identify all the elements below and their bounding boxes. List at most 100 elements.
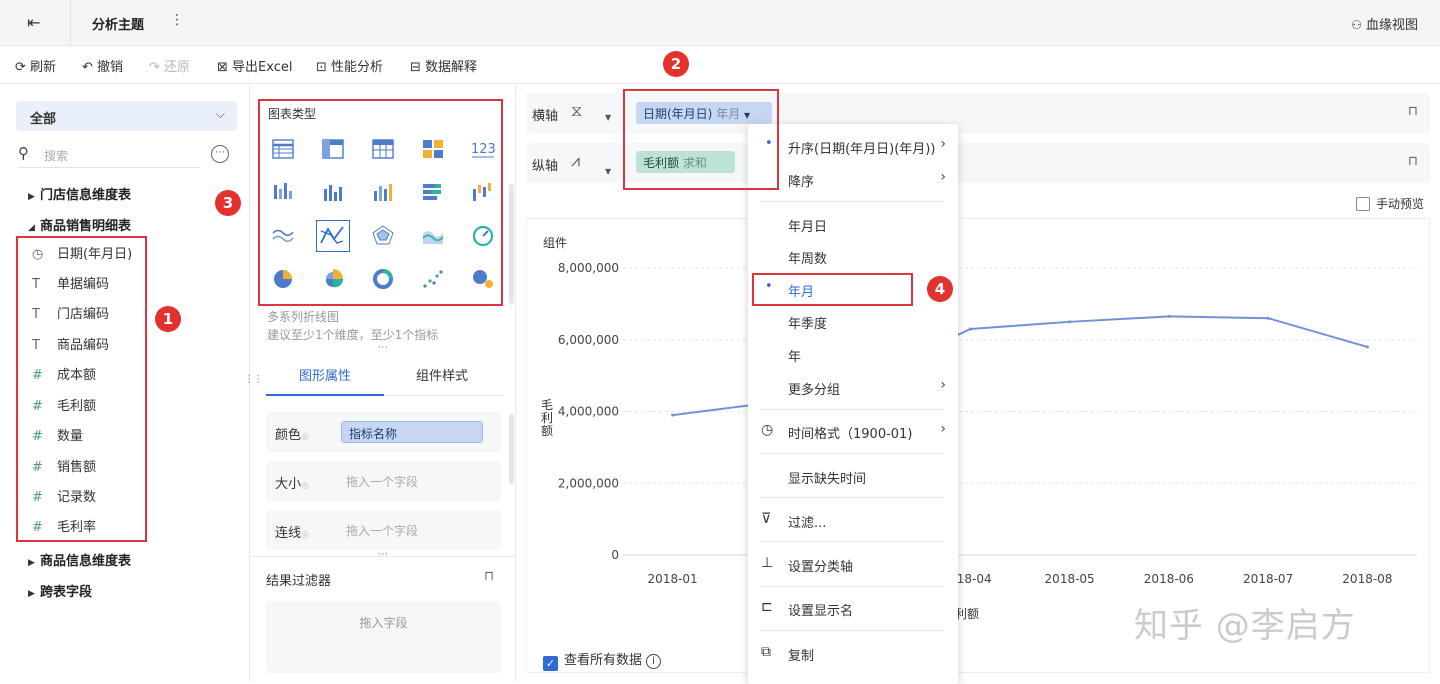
lock-icon[interactable]: ⊓ [484,569,494,584]
lock-icon[interactable]: ⊓ [1408,154,1418,169]
caret-down-icon[interactable]: ▼ [605,167,611,176]
manual-preview-toggle[interactable]: 手动预览 [1356,195,1424,212]
scrollbar[interactable] [509,184,514,304]
prop-color[interactable]: 颜色◎ 指标名称 [266,412,501,452]
field-item[interactable]: T 商品编码 [32,334,142,364]
multi-line-icon[interactable] [271,224,295,246]
field-item[interactable]: # 毛利额 [32,395,142,425]
chevron-right-icon: › [940,421,946,437]
table-icon[interactable] [271,138,295,160]
field-label: 销售额 [57,460,97,475]
undo-button[interactable]: ↶ 撤销 [82,56,123,75]
lineage-view-button[interactable]: ⚇ 血缘视图 [1351,14,1418,33]
kpi-number-icon[interactable]: 123 [471,138,495,160]
redo-button[interactable]: ↷ 还原 [149,56,190,75]
menu-item-more-groups[interactable]: 更多分组 › [748,372,958,402]
result-filter-dropzone[interactable]: 拖入字段 [266,601,501,673]
tree-group-cross[interactable]: ▶ 跨表字段 [28,581,92,600]
tree-group-product[interactable]: ▶ 商品信息维度表 [28,550,131,569]
radar-icon[interactable] [371,224,395,246]
menu-item-show-missing[interactable]: 显示缺失时间 [748,461,958,491]
x-tick-label: 2018-05 [1045,572,1095,586]
menu-item-ascending[interactable]: • 升序(日期(年月日)(年月)) › [748,131,958,161]
redo-label: 还原 [164,60,191,75]
bubble-icon[interactable] [471,268,495,290]
tree-group-sales[interactable]: ◢ 商品销售明细表 [28,215,131,234]
data-point[interactable] [1068,320,1072,324]
axis-line-icon[interactable]: ⩘ [571,151,580,171]
scatter-icon[interactable] [421,268,445,290]
tree-group-store[interactable]: ▶ 门店信息维度表 [28,184,131,203]
menu-item-ymd[interactable]: 年月日 [748,209,958,239]
menu-item-year-quarter[interactable]: 年季度 [748,306,958,336]
x-axis-field-menu: • 升序(日期(年月日)(年月)) › 降序 › 年月日 年周数 • 年月 年季度 年 … [748,124,958,684]
prop-label: 颜色◎ [275,428,309,443]
field-item[interactable]: T 门店编码 [32,303,142,333]
stacked-bar-h-icon[interactable] [421,181,445,203]
field-item[interactable]: T 单据编码 [32,273,142,303]
menu-item-time-format[interactable]: ◷ 时间格式（1900-01) › [748,416,958,446]
more-menu-icon[interactable]: ⋮ [170,12,184,28]
scrollbar[interactable] [509,414,514,484]
donut-icon[interactable] [371,268,395,290]
data-point[interactable] [1167,314,1171,318]
area-chart-icon[interactable] [421,224,445,246]
checkbox[interactable] [1356,197,1370,211]
axis-chart-icon[interactable]: ⧖ [571,101,582,121]
menu-item-display-name[interactable]: ⊏ 设置显示名 [748,593,958,623]
color-field-chip[interactable]: 指标名称 [341,421,483,443]
checkbox-checked[interactable]: ✓ [543,656,558,671]
page-title[interactable]: 分析主题 [92,14,144,33]
field-item[interactable]: # 成本额 [32,364,142,394]
lock-icon[interactable]: ⊓ [1408,104,1418,119]
data-explain-button[interactable]: ⊟ 数据解释 [410,56,477,75]
field-item[interactable]: ◷ 日期(年月日) [32,243,142,273]
field-item[interactable]: # 记录数 [32,486,142,516]
info-icon[interactable]: i [646,654,662,669]
prop-connect-line[interactable]: 连线◎ 拖入一个字段 [266,510,501,550]
refresh-button[interactable]: ⟳ 刷新 [15,56,56,75]
menu-item-descending[interactable]: 降序 › [748,164,958,194]
bar-chart-icon[interactable] [321,181,345,203]
data-point[interactable] [671,413,675,417]
exit-icon[interactable]: ⇤ [27,13,40,32]
detail-table-icon[interactable] [371,138,395,160]
rose-pie-icon[interactable] [321,268,345,290]
selected-chart-type[interactable] [316,220,350,252]
field-search[interactable]: ⚲ 搜索 [18,142,200,168]
multi-bar-icon[interactable] [371,181,395,203]
menu-item-year[interactable]: 年 [748,339,958,369]
more-options-icon[interactable]: ⋯ [211,145,229,163]
data-point[interactable] [1266,316,1270,320]
menu-item-filter[interactable]: ⊽ 过滤... [748,505,958,535]
chevron-down-icon: ⌵ [215,107,225,121]
field-item[interactable]: # 销售额 [32,456,142,486]
filter-placeholder: 拖入字段 [359,616,408,630]
prop-size[interactable]: 大小◎ 拖入一个字段 [266,461,501,501]
waterfall-icon[interactable] [471,181,495,203]
data-point[interactable] [968,327,972,331]
section-resize-handle[interactable]: ⋯ [378,549,388,560]
x-axis-field-pill[interactable]: 日期(年月日) 年月 ▼ [636,102,772,124]
y-axis-field-pill[interactable]: 毛利额 求和 [636,151,735,173]
data-point[interactable] [1365,345,1369,349]
grouped-bar-icon[interactable] [271,181,295,203]
field-item[interactable]: # 数量 [32,425,142,455]
caret-down-icon[interactable]: ▼ [605,113,611,122]
view-all-data-toggle[interactable]: ✓ 查看所有数据 i [543,649,662,671]
cross-table-icon[interactable] [321,138,345,160]
performance-button[interactable]: ⊡ 性能分析 [316,56,383,75]
gauge-icon[interactable] [471,224,495,246]
menu-item-year-week[interactable]: 年周数 [748,241,958,271]
menu-item-copy[interactable]: ⧉ 复制 [748,638,958,668]
legend-text: 利额 [955,607,980,621]
field-item[interactable]: # 毛利率 [32,516,142,546]
card-grid-icon[interactable] [421,138,445,160]
scope-select[interactable]: 全部 ⌵ [16,101,237,131]
tab-component-style[interactable]: 组件样式 [416,365,468,384]
annotation-badge: 1 [155,306,181,332]
tab-graph-properties[interactable]: 图形属性 [299,365,351,384]
pie-icon[interactable] [271,268,295,290]
menu-item-category-axis[interactable]: ⊥ 设置分类轴 [748,549,958,579]
export-excel-button[interactable]: ⊠ 导出Excel [217,56,292,75]
